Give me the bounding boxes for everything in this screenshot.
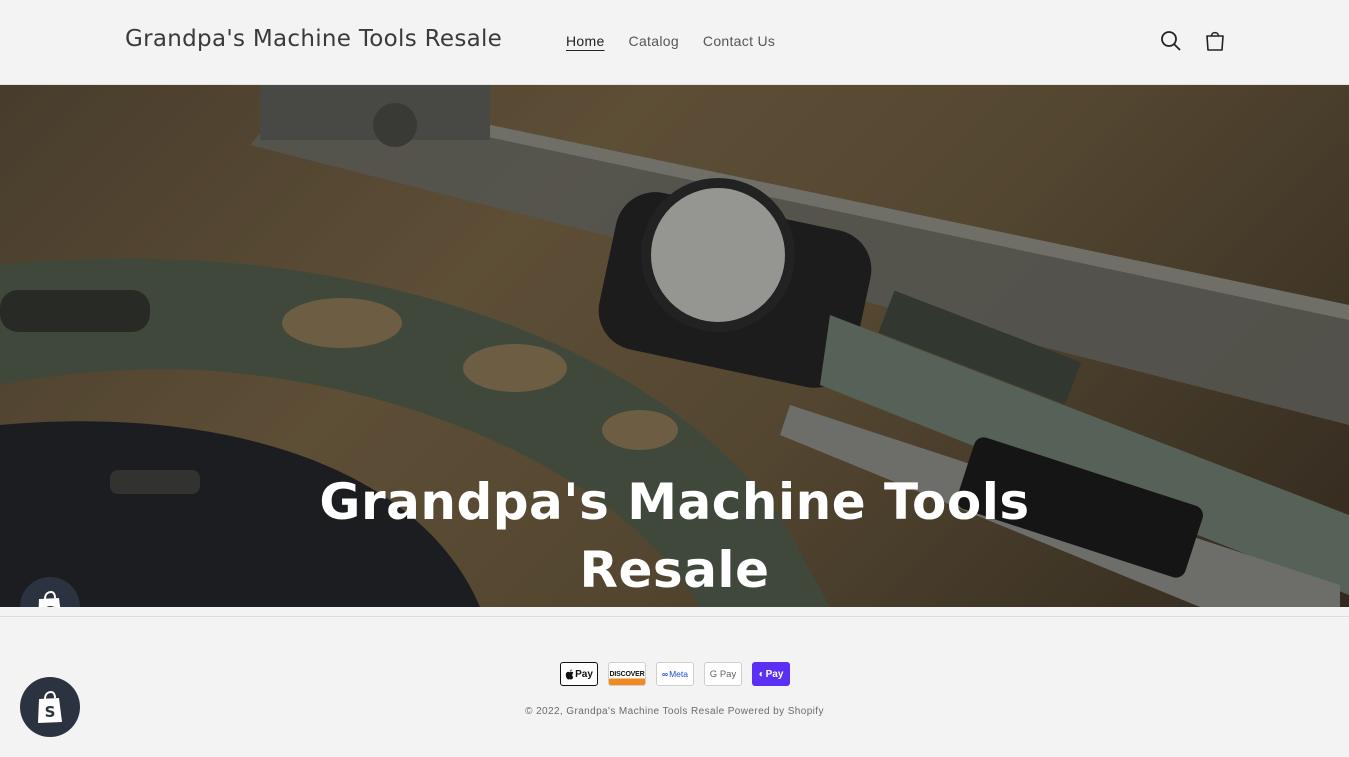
payment-icons: Pay DISCOVER ∞ Meta G Pay ◐ Pay bbox=[560, 662, 790, 686]
shop-s-icon: ◐ bbox=[758, 668, 765, 680]
discover-icon: DISCOVER bbox=[608, 662, 646, 686]
google-pay-icon: G Pay bbox=[704, 662, 742, 686]
meta-infinity-icon: ∞ bbox=[662, 669, 669, 679]
apple-pay-icon: Pay bbox=[560, 662, 598, 686]
meta-pay-label: Meta bbox=[669, 669, 688, 679]
nav-catalog-link[interactable]: Catalog bbox=[629, 33, 679, 49]
shopify-badge[interactable]: S bbox=[20, 677, 80, 737]
hero-title: Grandpa's Machine Tools Resale bbox=[319, 473, 1030, 599]
shop-pay-icon: ◐ Pay bbox=[752, 662, 790, 686]
google-pay-label: G Pay bbox=[709, 668, 737, 680]
nav-contact-link[interactable]: Contact Us bbox=[703, 33, 775, 49]
svg-text:S: S bbox=[45, 703, 56, 721]
footer-divider bbox=[0, 616, 1349, 617]
site-footer: Pay DISCOVER ∞ Meta G Pay ◐ Pay © 2022, … bbox=[0, 607, 1349, 757]
meta-pay-icon: ∞ Meta bbox=[656, 662, 694, 686]
search-icon[interactable] bbox=[1159, 29, 1183, 53]
shopify-bag-icon: S bbox=[38, 690, 62, 723]
site-header: Grandpa's Machine Tools Resale Home Cata… bbox=[0, 0, 1349, 85]
copyright-text: © 2022, Grandpa's Machine Tools Resale P… bbox=[525, 706, 824, 717]
nav-home-link[interactable]: Home bbox=[566, 33, 605, 49]
cart-icon[interactable] bbox=[1203, 29, 1227, 53]
hero-banner: Grandpa's Machine Tools Resale bbox=[0, 85, 1349, 607]
store-logo-text[interactable]: Grandpa's Machine Tools Resale bbox=[125, 26, 502, 52]
discover-label: DISCOVER bbox=[609, 670, 645, 678]
shop-pay-label: Pay bbox=[765, 668, 784, 680]
apple-pay-label: Pay bbox=[575, 668, 593, 680]
main-nav: Home Catalog Contact Us bbox=[566, 33, 775, 49]
